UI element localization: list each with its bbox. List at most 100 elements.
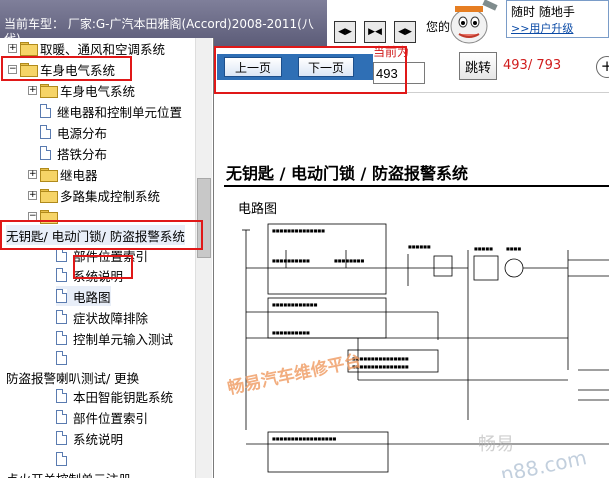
tree-item-smart-key[interactable]: 本田智能钥匙系统 bbox=[56, 386, 173, 406]
svg-text:■■■■■■■■■■: ■■■■■■■■■■ bbox=[272, 330, 310, 335]
expand-icon[interactable]: + bbox=[8, 43, 17, 53]
tree-item-power-distribution[interactable]: 电源分布 bbox=[40, 122, 107, 142]
tree-item-label: 车身电气系统 bbox=[60, 83, 136, 99]
tree-item-ignition-registration[interactable]: 点火开关控制单元注册 bbox=[6, 468, 131, 478]
tree-item-circuit-diagram[interactable]: 电路图 bbox=[56, 286, 111, 306]
title-rule bbox=[224, 185, 609, 187]
svg-text:■■■■■■■■■■■■: ■■■■■■■■■■■■ bbox=[272, 302, 318, 307]
folder-icon bbox=[40, 189, 58, 203]
tree-item-label: 控制单元输入测试 bbox=[73, 331, 174, 347]
document-icon bbox=[56, 452, 67, 466]
tree-item-label: 症状故障排除 bbox=[73, 310, 149, 326]
expand-icon[interactable]: + bbox=[28, 85, 37, 95]
tree-scrollbar[interactable] bbox=[195, 38, 212, 478]
tree-item-multiplex[interactable]: + 多路集成控制系统 bbox=[28, 185, 160, 205]
tree-item-label: 取暖、通风和空调系统 bbox=[40, 41, 166, 57]
tree-item-ground-distribution[interactable]: 搭铁分布 bbox=[40, 143, 107, 163]
tree-item-component-index-2[interactable]: 部件位置索引 bbox=[56, 407, 148, 427]
split-view-button[interactable]: ▶◀ bbox=[364, 21, 386, 43]
expand-icon[interactable]: + bbox=[28, 169, 37, 179]
document-icon bbox=[56, 248, 67, 262]
tree-item-body-electrical-sub[interactable]: + 车身电气系统 bbox=[28, 80, 135, 100]
watermark-text-2: 畅易 bbox=[478, 434, 514, 455]
circuit-diagram-image: ■■■■■■■■■■■■■■ ■■■■■■■■■■ ■■■■■■■■ ■■■■■… bbox=[242, 223, 609, 473]
tree-item-label: 部件位置索引 bbox=[73, 410, 149, 426]
jump-label: 跳转 bbox=[464, 60, 491, 76]
tree-item-hvac[interactable]: + 取暖、通风和空调系统 bbox=[8, 38, 165, 58]
tree-item-folder-blank[interactable]: − bbox=[28, 206, 60, 226]
svg-text:■■■■■: ■■■■■ bbox=[474, 246, 493, 251]
tree-item-label: 本田智能钥匙系统 bbox=[73, 389, 174, 405]
folder-icon bbox=[40, 168, 58, 182]
expand-icon[interactable]: + bbox=[28, 190, 37, 200]
tree-item-component-index[interactable]: 部件位置索引 bbox=[56, 245, 148, 265]
tree-item-relay[interactable]: + 继电器 bbox=[28, 164, 98, 184]
document-icon bbox=[56, 410, 67, 424]
folder-open-icon bbox=[40, 210, 58, 224]
tree-item-system-description-2[interactable]: 系统说明 bbox=[56, 428, 123, 448]
split-icon: ▶◀ bbox=[368, 27, 382, 37]
document-icon bbox=[56, 331, 67, 345]
current-page-label: 当前为 bbox=[373, 45, 410, 59]
svg-text:■■■■■■■■■■■■■■■■■: ■■■■■■■■■■■■■■■■■ bbox=[272, 436, 336, 441]
svg-text:■■■■■■: ■■■■■■ bbox=[408, 244, 431, 249]
document-icon bbox=[56, 310, 67, 324]
document-icon bbox=[40, 146, 51, 160]
tree-item-label: 多路集成控制系统 bbox=[60, 188, 161, 204]
document-icon bbox=[40, 104, 51, 118]
tree-item-input-test[interactable]: 控制单元输入测试 bbox=[56, 328, 173, 348]
tree-item-relay-location[interactable]: 继电器和控制单元位置 bbox=[40, 101, 182, 121]
document-title: 无钥匙 / 电动门锁 / 防盗报警系统 bbox=[226, 164, 468, 183]
plus-icon: + bbox=[600, 57, 609, 75]
next-page-button[interactable]: 下一页 bbox=[298, 57, 354, 77]
folder-icon bbox=[20, 42, 38, 56]
collapse-icon[interactable]: − bbox=[28, 211, 37, 221]
tree-item-label: 电路图 bbox=[73, 289, 111, 305]
collapse-icon[interactable]: − bbox=[8, 64, 17, 74]
collapse-left-button[interactable]: ◀▶ bbox=[334, 21, 356, 43]
tree-item-label: 系统说明 bbox=[73, 268, 124, 284]
svg-text:■■■■■■■■■■■■■■: ■■■■■■■■■■■■■■ bbox=[272, 228, 325, 233]
tree-item-blank[interactable] bbox=[56, 348, 73, 368]
tree-item-keyless-lock-alarm[interactable]: 无钥匙/ 电动门锁/ 防盗报警系统 bbox=[6, 225, 185, 245]
mascot-icon bbox=[450, 0, 498, 44]
tree-item-horn-test[interactable]: 防盗报警喇叭测试/ 更换 bbox=[6, 367, 139, 387]
arrow-right-icon: ◀▶ bbox=[398, 27, 412, 37]
jump-button[interactable]: 跳转 bbox=[459, 52, 497, 80]
upgrade-link[interactable]: >>用户升级 bbox=[511, 20, 608, 36]
expand-right-button[interactable]: ◀▶ bbox=[394, 21, 416, 43]
svg-text:■■■■■■■■■■: ■■■■■■■■■■ bbox=[272, 258, 310, 263]
page-total: 493/ 793 bbox=[503, 58, 562, 73]
tree-item-label: 点火开关控制单元注册 bbox=[6, 469, 131, 478]
promo-text: 随时 随地手 bbox=[511, 5, 575, 19]
prev-page-label: 上一页 bbox=[234, 60, 271, 75]
tree-item-body-electrical[interactable]: − 车身电气系统 bbox=[8, 59, 115, 79]
document-view: 无钥匙 / 电动门锁 / 防盗报警系统 电路图 ■■■■■■■■■■■■■■ ■… bbox=[214, 92, 609, 478]
zoom-in-button[interactable]: + bbox=[596, 56, 609, 78]
tree-item-label: 防盗报警喇叭测试/ 更换 bbox=[6, 370, 140, 386]
document-icon bbox=[56, 268, 67, 282]
document-icon bbox=[56, 289, 67, 303]
tree-item-blank-2[interactable] bbox=[56, 449, 73, 469]
tree-item-label: 部件位置索引 bbox=[73, 248, 149, 264]
tree-item-label: 搭铁分布 bbox=[57, 146, 108, 162]
tree-item-label: 系统说明 bbox=[73, 431, 124, 447]
document-toolbar: 上一页 下一页 当前为 跳转 493/ 793 + bbox=[214, 45, 609, 92]
navigation-tree: + 取暖、通风和空调系统 − 车身电气系统 + 车身电气系统 继电器和控制单元位… bbox=[0, 38, 214, 478]
tree-item-label: 无钥匙/ 电动门锁/ 防盗报警系统 bbox=[6, 228, 185, 244]
page-number-input[interactable] bbox=[373, 62, 425, 84]
document-icon bbox=[56, 431, 67, 445]
prev-page-button[interactable]: 上一页 bbox=[224, 57, 282, 77]
document-icon bbox=[56, 389, 67, 403]
tree-item-label: 继电器和控制单元位置 bbox=[57, 104, 183, 120]
document-icon bbox=[56, 351, 67, 365]
folder-open-icon bbox=[20, 63, 38, 77]
document-subtitle: 电路图 bbox=[238, 202, 278, 217]
divider bbox=[224, 92, 609, 93]
document-icon bbox=[40, 125, 51, 139]
scrollbar-thumb[interactable] bbox=[197, 178, 211, 258]
svg-text:■■■■■■■■: ■■■■■■■■ bbox=[334, 258, 364, 263]
promo-box: 随时 随地手 >>用户升级 bbox=[506, 0, 609, 38]
tree-item-troubleshooting[interactable]: 症状故障排除 bbox=[56, 307, 148, 327]
tree-item-system-description[interactable]: 系统说明 bbox=[56, 265, 123, 285]
